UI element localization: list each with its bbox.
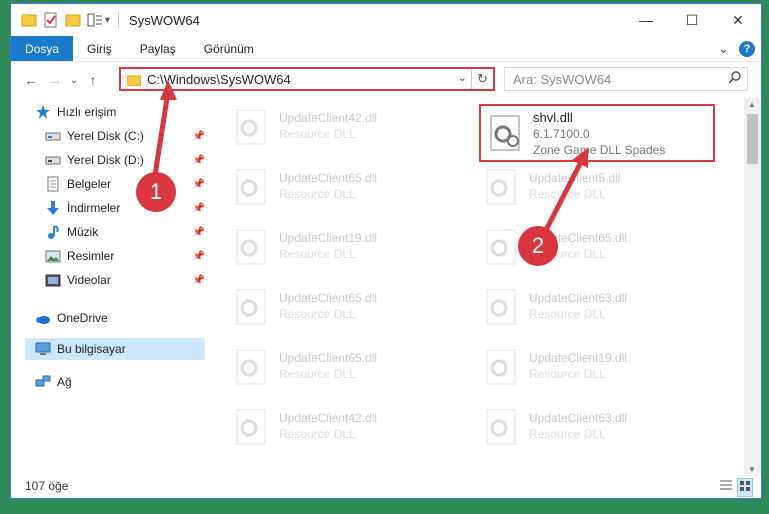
list-item[interactable]: UpdateClient63.dll Resource DLL	[467, 282, 707, 342]
help-icon[interactable]: ?	[739, 41, 755, 57]
toolbar-dropdown-icon[interactable]: ▾	[105, 15, 110, 26]
list-item[interactable]: UpdateClient65.dll Resource DLL	[217, 162, 457, 222]
item-count: 107 öğe	[25, 479, 69, 493]
file-list: UpdateClient42.dll Resource DLL UpdateCli…	[217, 98, 744, 476]
scrollbar-thumb[interactable]	[747, 114, 758, 164]
step-1-badge: 1	[136, 172, 176, 212]
quick-access-toolbar-icon[interactable]	[87, 12, 103, 28]
dll-file-icon	[483, 168, 521, 206]
address-dropdown-icon[interactable]: ⌄	[458, 71, 467, 84]
drive-icon	[45, 128, 61, 144]
properties-icon[interactable]	[43, 12, 59, 28]
search-placeholder: Ara: SysWOW64	[513, 71, 612, 87]
tab-home[interactable]: Giriş	[73, 36, 126, 61]
pin-icon[interactable]: 📌	[193, 203, 205, 214]
star-icon	[35, 104, 51, 120]
videos-icon	[45, 272, 61, 288]
ribbon-expand-icon[interactable]: ⌄	[718, 41, 729, 57]
dll-file-icon	[233, 408, 271, 446]
file-description: Zone Game DLL Spades	[533, 143, 666, 157]
new-folder-icon[interactable]	[65, 12, 81, 28]
tab-share[interactable]: Paylaş	[126, 36, 190, 61]
music-icon	[45, 224, 61, 240]
ribbon-tabs: Dosya Giriş Paylaş Görünüm ⌄ ?	[11, 36, 761, 62]
back-button[interactable]: ←	[19, 68, 43, 92]
list-item[interactable]: UpdateClient5.dll Resource DLL	[467, 162, 707, 222]
pin-icon[interactable]: 📌	[193, 155, 205, 166]
highlighted-file-shvl-dll[interactable]: shvl.dll 6.1.7100.0 Zone Game DLL Spades	[479, 104, 715, 162]
sidebar-item-videos[interactable]: Videolar 📌	[45, 269, 205, 291]
sidebar-item-local-disk-d[interactable]: Yerel Disk (D:) 📌	[45, 149, 205, 171]
list-item[interactable]: UpdateClient65.dll Resource DLL	[217, 342, 457, 402]
list-item[interactable]: UpdateClient19.dll Resource DLL	[467, 342, 707, 402]
navigation-pane: Hızlı erişim Yerel Disk (C:) 📌 Yerel Dis…	[11, 98, 207, 476]
dll-file-icon	[483, 348, 521, 386]
minimize-button[interactable]: —	[623, 4, 669, 36]
dll-file-icon	[483, 288, 521, 326]
sidebar-item-downloads[interactable]: İndirmeler 📌	[45, 197, 205, 219]
computer-icon	[35, 341, 51, 357]
step-2-badge: 2	[518, 226, 558, 266]
dll-file-icon	[233, 108, 271, 146]
dll-file-icon	[483, 228, 521, 266]
list-item[interactable]: UpdateClient19.dll Resource DLL	[217, 222, 457, 282]
tiles-view-icon[interactable]	[737, 478, 753, 497]
refresh-button[interactable]: ↻	[471, 69, 493, 89]
pictures-icon	[45, 248, 61, 264]
cloud-icon	[35, 310, 51, 326]
network-icon	[35, 374, 51, 390]
sidebar-item-pictures[interactable]: Resimler 📌	[45, 245, 205, 267]
search-input[interactable]: Ara: SysWOW64	[504, 67, 748, 91]
pin-icon[interactable]: 📌	[193, 275, 205, 286]
tab-file[interactable]: Dosya	[11, 36, 74, 61]
scroll-up-icon[interactable]: ▲	[748, 100, 756, 109]
sidebar-item-local-disk-c[interactable]: Yerel Disk (C:) 📌	[45, 125, 205, 147]
drive-icon	[45, 152, 61, 168]
pin-icon[interactable]: 📌	[193, 227, 205, 238]
sidebar-item-music[interactable]: Müzik 📌	[45, 221, 205, 243]
search-icon[interactable]	[728, 71, 741, 86]
sidebar-item-network[interactable]: Ağ	[35, 371, 205, 393]
vertical-scrollbar[interactable]: ▲ ▼	[744, 98, 761, 476]
file-name: shvl.dll	[533, 110, 573, 125]
folder-icon	[126, 73, 142, 87]
dll-file-icon	[233, 348, 271, 386]
dll-file-icon	[233, 288, 271, 326]
sidebar-item-quick-access[interactable]: Hızlı erişim	[35, 101, 205, 123]
list-item[interactable]: UpdateClient65.dll Resource DLL	[217, 282, 457, 342]
forward-button[interactable]: →	[43, 68, 67, 92]
explorer-window: ▾ SysWOW64 — ☐ ✕ Dosya Giriş Paylaş Görü…	[10, 3, 762, 499]
title-bar: ▾ SysWOW64 — ☐ ✕	[11, 4, 761, 36]
scroll-down-icon[interactable]: ▼	[748, 465, 756, 474]
sidebar-item-onedrive[interactable]: OneDrive	[35, 307, 205, 329]
file-version: 6.1.7100.0	[533, 127, 590, 141]
dll-file-icon	[483, 408, 521, 446]
sidebar-item-documents[interactable]: Belgeler 📌	[45, 173, 205, 195]
pin-icon[interactable]: 📌	[193, 251, 205, 262]
up-button[interactable]: ↑	[81, 68, 105, 92]
list-item[interactable]: UpdateClient63.dll Resource DLL	[467, 402, 707, 462]
dll-file-icon	[487, 114, 525, 152]
sidebar-item-this-pc[interactable]: Bu bilgisayar	[25, 338, 205, 360]
details-view-icon[interactable]	[719, 478, 733, 497]
list-item[interactable]: UpdateClient42.dll Resource DLL	[217, 402, 457, 462]
dll-file-icon	[233, 228, 271, 266]
navigation-bar: ← → ⌄ ↑ C:\Windows\SysWOW64 ⌄ ↻ Ara: Sys…	[11, 62, 761, 98]
download-icon	[45, 200, 61, 216]
maximize-button[interactable]: ☐	[669, 4, 715, 36]
documents-icon	[45, 176, 61, 192]
pin-icon[interactable]: 📌	[193, 179, 205, 190]
recent-locations-button[interactable]: ⌄	[67, 68, 81, 92]
status-bar: 107 öğe	[11, 474, 761, 498]
pin-icon[interactable]: 📌	[193, 131, 205, 142]
list-item[interactable]: UpdateClient42.dll Resource DLL	[217, 102, 457, 162]
list-item[interactable]: UpdateClient65.dll Resource DLL	[467, 222, 707, 282]
address-bar[interactable]: C:\Windows\SysWOW64 ⌄ ↻	[119, 67, 495, 91]
folder-icon	[21, 12, 37, 28]
address-path[interactable]: C:\Windows\SysWOW64	[147, 72, 291, 87]
window-title: SysWOW64	[129, 12, 200, 28]
dll-file-icon	[233, 168, 271, 206]
close-button[interactable]: ✕	[715, 4, 761, 36]
tab-view[interactable]: Görünüm	[190, 36, 268, 61]
